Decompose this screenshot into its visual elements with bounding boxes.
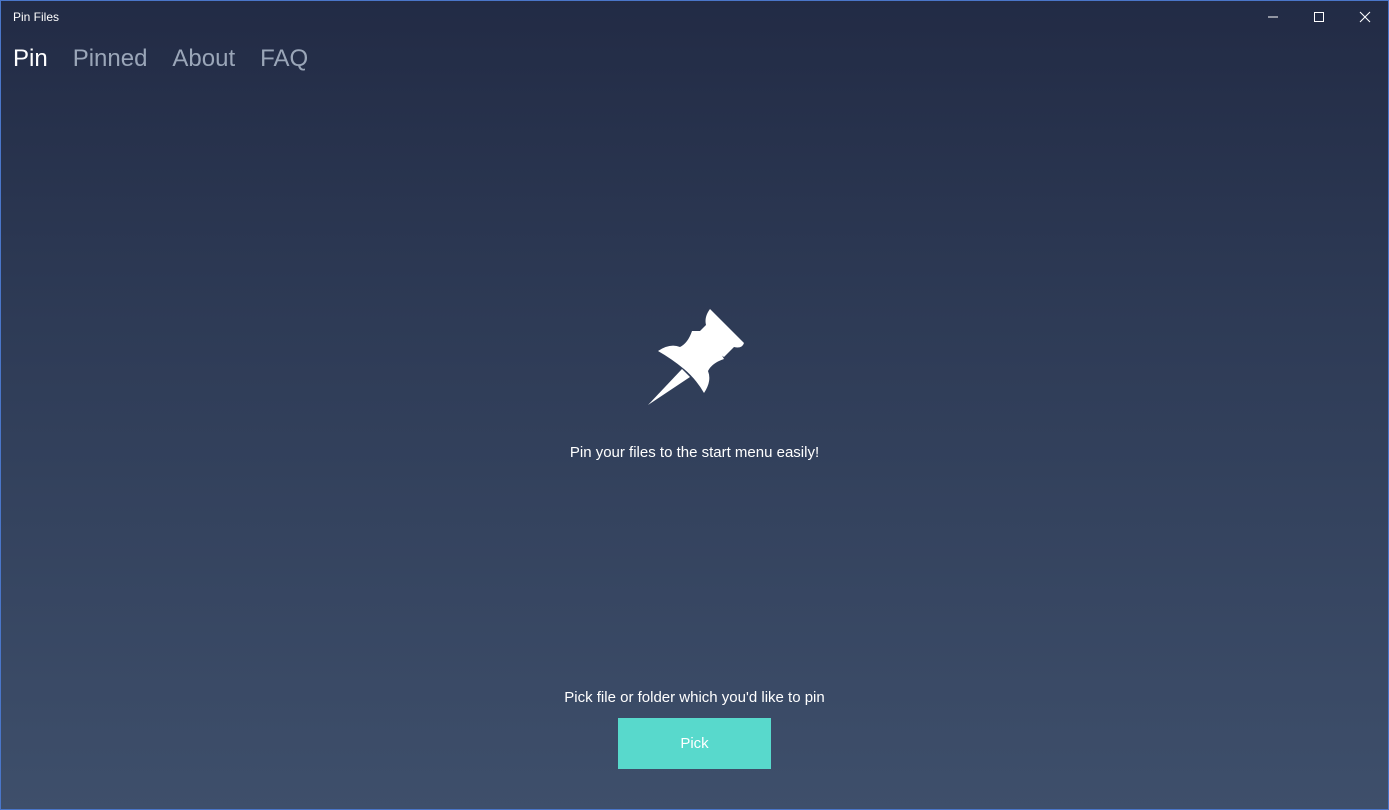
- app-window: Pin Files Pin Pinned About FAQ Pin your …: [0, 0, 1389, 810]
- tagline-text: Pin your files to the start menu easily!: [569, 444, 820, 461]
- title-bar[interactable]: Pin Files: [1, 1, 1388, 33]
- pick-button[interactable]: Pick: [618, 718, 771, 769]
- tab-about[interactable]: About: [172, 43, 235, 79]
- close-button[interactable]: [1342, 1, 1388, 33]
- pushpin-icon: [648, 309, 744, 405]
- maximize-icon: [1314, 12, 1324, 22]
- tab-faq[interactable]: FAQ: [260, 43, 308, 79]
- tab-pinned[interactable]: Pinned: [73, 43, 148, 79]
- top-nav: Pin Pinned About FAQ: [13, 43, 333, 79]
- instruction-text: Pick file or folder which you'd like to …: [564, 689, 825, 706]
- minimize-button[interactable]: [1250, 1, 1296, 33]
- minimize-icon: [1268, 16, 1278, 18]
- tab-pin[interactable]: Pin: [13, 43, 48, 79]
- close-icon: [1359, 11, 1371, 23]
- maximize-button[interactable]: [1296, 1, 1342, 33]
- window-title: Pin Files: [13, 10, 60, 24]
